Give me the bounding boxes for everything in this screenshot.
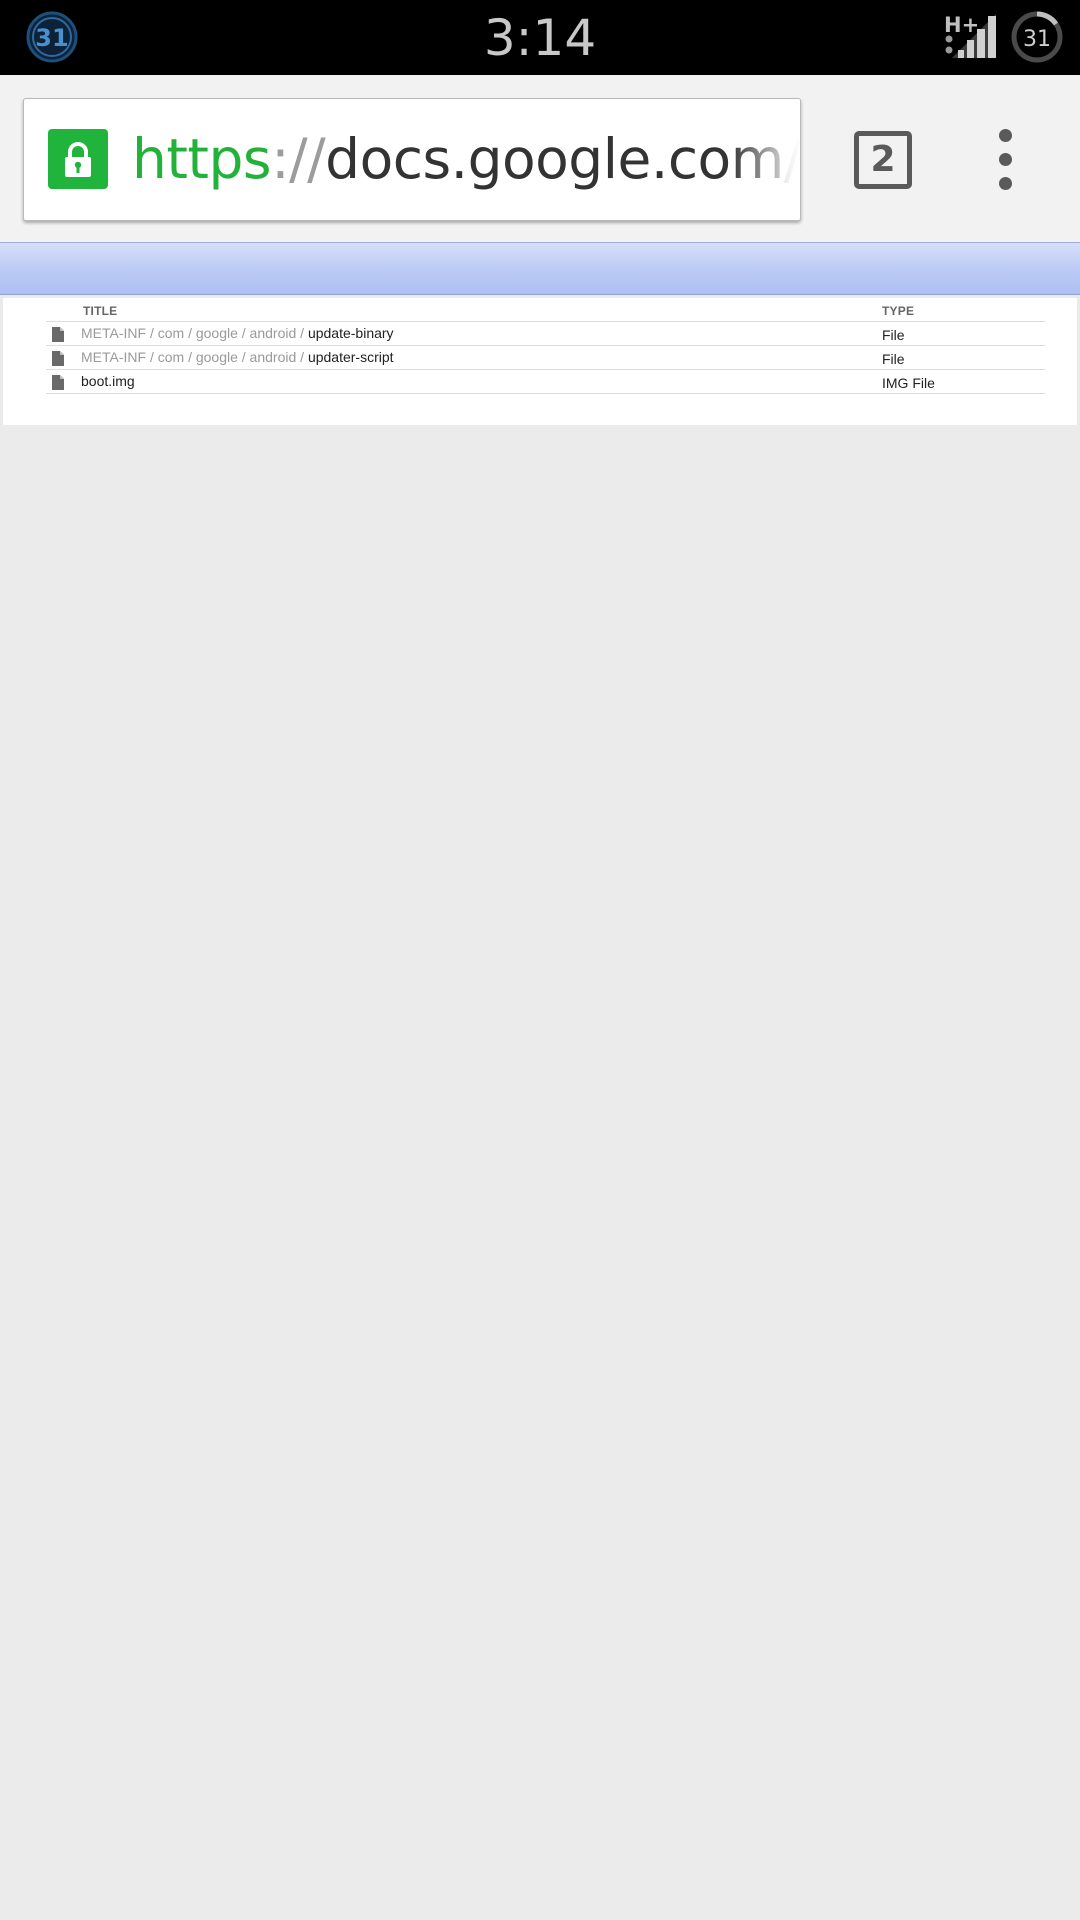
url-scheme: https (132, 127, 272, 191)
status-bar: 31 3:14 H+ 31 (0, 0, 1080, 75)
file-list-card: TITLE TYPE META-INF / com / google / and… (3, 298, 1077, 425)
file-title[interactable]: META-INF / com / google / android / upda… (81, 325, 394, 341)
file-type: File (882, 327, 905, 343)
file-path: META-INF / com / google / android / (81, 349, 308, 365)
page-header-strip (0, 242, 1080, 295)
file-name[interactable]: boot.img (81, 373, 135, 389)
table-header: TITLE TYPE (46, 298, 1045, 322)
menu-dot (999, 153, 1012, 166)
lock-icon[interactable] (48, 129, 108, 189)
column-header-type[interactable]: TYPE (882, 304, 914, 318)
file-name[interactable]: updater-script (308, 349, 394, 365)
browser-toolbar: https://docs.google.com/file/ 2 (0, 75, 1080, 242)
right-badge-number: 31 (1023, 27, 1051, 52)
overflow-menu-icon[interactable] (996, 127, 1026, 191)
file-icon (52, 351, 64, 366)
menu-dot (999, 129, 1012, 142)
url-separator: :// (271, 127, 326, 191)
menu-dot (999, 177, 1012, 190)
table-row[interactable]: META-INF / com / google / android / upda… (46, 346, 1045, 370)
table-row[interactable]: META-INF / com / google / android / upda… (46, 322, 1045, 346)
file-icon (52, 327, 64, 342)
url-text[interactable]: https://docs.google.com/file/ (132, 121, 800, 197)
file-title[interactable]: boot.img (81, 373, 135, 389)
file-title[interactable]: META-INF / com / google / android / upda… (81, 349, 394, 365)
file-path: META-INF / com / google / android / (81, 325, 308, 341)
file-type: File (882, 351, 905, 367)
file-name[interactable]: update-binary (308, 325, 394, 341)
tab-switcher-icon[interactable]: 2 (854, 131, 912, 189)
status-time: 3:14 (483, 9, 597, 67)
battery-ring-icon: 31 (1010, 10, 1064, 64)
url-host: docs.google.com (325, 127, 784, 191)
network-type-label: H+ (944, 13, 979, 37)
network-signal-icon: H+ (944, 12, 998, 62)
column-header-title[interactable]: TITLE (83, 304, 117, 318)
file-type: IMG File (882, 375, 935, 391)
file-icon (52, 375, 64, 390)
file-table: TITLE TYPE META-INF / com / google / and… (46, 298, 1045, 394)
url-fade (730, 99, 800, 220)
table-row[interactable]: boot.img IMG File (46, 370, 1045, 394)
url-bar[interactable]: https://docs.google.com/file/ (23, 98, 801, 221)
